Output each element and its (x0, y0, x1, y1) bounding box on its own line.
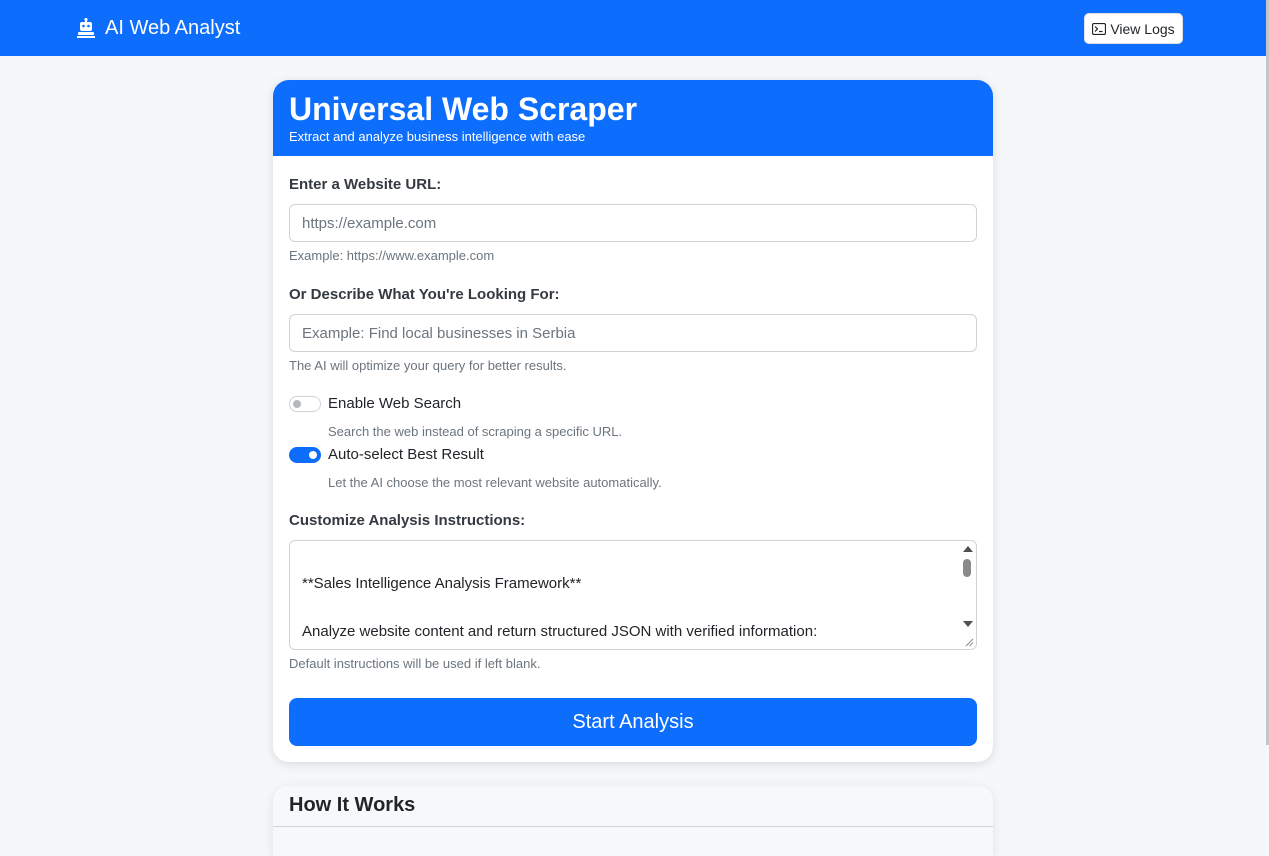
auto-select-help-text: Let the AI choose the most relevant webs… (328, 475, 662, 490)
url-label: Enter a Website URL: (289, 176, 442, 193)
web-search-label[interactable]: Enable Web Search (328, 395, 461, 412)
scroll-thumb[interactable] (963, 559, 971, 577)
page-title: Universal Web Scraper (289, 91, 638, 127)
view-logs-label: View Logs (1110, 20, 1175, 37)
brand[interactable]: AI Web Analyst (77, 15, 240, 41)
auto-select-label[interactable]: Auto-select Best Result (328, 446, 484, 463)
toggle-knob (309, 451, 317, 459)
robot-icon (77, 18, 95, 38)
instructions-help-text: Default instructions will be used if lef… (289, 656, 541, 671)
scroll-up-arrow-icon[interactable] (963, 546, 973, 552)
instructions-line: **Sales Intelligence Analysis Framework*… (302, 575, 582, 592)
scroll-down-arrow-icon[interactable] (963, 621, 973, 627)
start-analysis-button[interactable]: Start Analysis (289, 698, 977, 746)
instructions-textarea[interactable]: **Sales Intelligence Analysis Framework*… (289, 540, 977, 650)
toggle-knob (293, 400, 301, 408)
brand-name: AI Web Analyst (105, 16, 241, 39)
scraper-form-card: Universal Web Scraper Extract and analyz… (273, 80, 993, 762)
divider (273, 826, 993, 827)
resize-grip-icon[interactable] (964, 637, 974, 647)
web-search-help-text: Search the web instead of scraping a spe… (328, 424, 623, 439)
url-input[interactable] (289, 204, 977, 242)
instructions-label: Customize Analysis Instructions: (289, 512, 526, 529)
query-label: Or Describe What You're Looking For: (289, 286, 560, 303)
page-subtitle: Extract and analyze business intelligenc… (289, 129, 586, 144)
web-search-toggle[interactable] (289, 396, 321, 412)
textarea-scrollbar[interactable] (959, 541, 976, 649)
view-logs-button[interactable]: View Logs (1084, 13, 1183, 44)
card-header: Universal Web Scraper Extract and analyz… (273, 80, 993, 156)
query-input[interactable] (289, 314, 977, 352)
how-it-works-card: How It Works (273, 786, 993, 856)
terminal-icon (1092, 22, 1107, 35)
auto-select-toggle[interactable] (289, 447, 321, 463)
top-navbar: AI Web Analyst View Logs (0, 0, 1266, 56)
url-help-text: Example: https://www.example.com (289, 248, 495, 263)
how-it-works-title: How It Works (289, 794, 416, 816)
instructions-line: Analyze website content and return struc… (302, 623, 818, 640)
query-help-text: The AI will optimize your query for bett… (289, 358, 567, 373)
